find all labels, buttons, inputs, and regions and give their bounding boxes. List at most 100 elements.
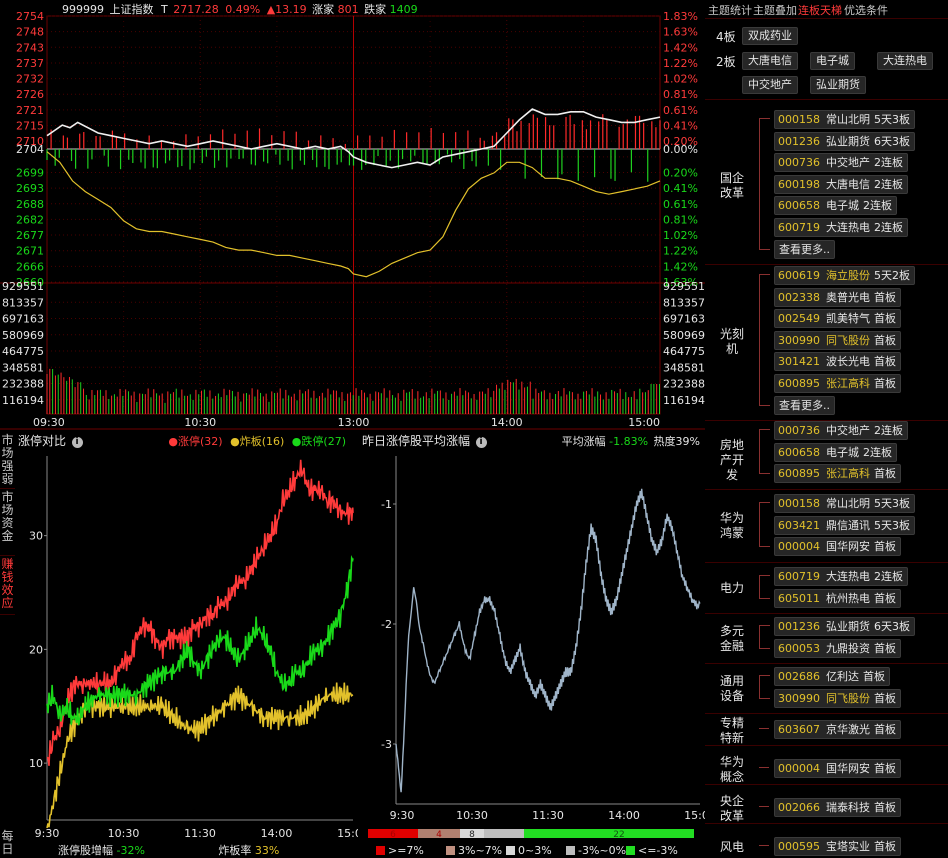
left-axis-label: 2688 xyxy=(16,198,44,211)
stock-name: 宝塔实业 xyxy=(826,840,870,853)
stock-code: 001236 xyxy=(778,620,820,633)
info-icon[interactable]: i xyxy=(475,437,487,448)
stock-name: 弘业期货 xyxy=(826,134,870,148)
stock-row[interactable]: 600895 张江高科 首板 xyxy=(774,464,901,484)
y-tick-label: -1 xyxy=(381,498,392,511)
left-axis-label: 2677 xyxy=(16,229,44,242)
x-tick-label: 10:30 xyxy=(108,827,140,840)
ladder-chip[interactable]: 电子城 xyxy=(810,52,855,70)
volume-axis-label-right: 464775 xyxy=(663,345,705,358)
ladder-chip[interactable]: 双成药业 xyxy=(742,27,798,45)
stock-code: 600658 xyxy=(778,199,820,213)
stock-status: 首板 xyxy=(874,290,896,304)
stock-status: 首板 xyxy=(874,377,896,390)
right-axis-label: 0.20% xyxy=(663,166,698,179)
tab-limit-up-ladder[interactable]: 连板天梯 xyxy=(798,2,842,18)
stock-name: 常山北明 xyxy=(826,497,870,510)
stock-row[interactable]: 000736 中交地产 2连板 xyxy=(774,153,908,173)
stock-row[interactable]: 001236 弘业期货 6天3板 xyxy=(774,617,915,636)
stock-row[interactable]: 603421 鼎信通讯 5天3板 xyxy=(774,515,915,535)
stock-row[interactable]: 300990 同飞股份 首板 xyxy=(774,330,901,350)
tab-daily[interactable]: 每日 xyxy=(0,828,15,858)
ladder-chip[interactable]: 大连热电 xyxy=(877,52,933,70)
stock-row[interactable]: 300990 同飞股份 首板 xyxy=(774,688,901,708)
stock-code: 000595 xyxy=(778,840,820,853)
stock-code: 301421 xyxy=(778,355,820,369)
stock-row[interactable]: 600658 电子城 2连板 xyxy=(774,196,897,216)
stock-status: 2连板 xyxy=(874,221,903,234)
stock-row[interactable]: 600053 九鼎投资 首板 xyxy=(774,638,901,658)
group-name: 通用设备 xyxy=(719,673,744,703)
stock-name: 奥普光电 xyxy=(826,290,870,304)
dist-segment xyxy=(484,829,524,838)
stock-row[interactable]: 603607 京华激光 首板 xyxy=(774,720,901,739)
tab-profit-effect[interactable]: 赚钱效应 xyxy=(0,556,15,615)
stock-status: 首板 xyxy=(874,801,896,814)
stock-row[interactable]: 000158 常山北明 5天3板 xyxy=(774,494,915,513)
avg-gain-chart[interactable]: -1 -2 -3 9:30 10:30 11:30 14:00 15:00 6 4 8 22 >=7% 3… xyxy=(360,448,705,858)
group-name: 专精特新 xyxy=(719,715,744,745)
left-axis-label: 2666 xyxy=(16,260,44,273)
ladder-chip[interactable]: 弘业期货 xyxy=(810,76,866,94)
tab-market-strength[interactable]: 市场强弱 xyxy=(0,432,15,489)
stock-code: 000158 xyxy=(778,497,820,510)
volume-axis-label-right: 929551 xyxy=(663,280,705,293)
dist-legend-label: >=7% xyxy=(388,844,424,857)
stock-code: 000004 xyxy=(778,762,820,775)
stock-row[interactable]: 600719 大连热电 2连板 xyxy=(774,218,908,237)
view-more-button[interactable]: 查看更多.. xyxy=(774,239,835,259)
stock-name: 大唐电信 xyxy=(826,177,870,191)
stock-row[interactable]: 002549 凯美特气 首板 xyxy=(774,309,901,329)
right-axis-label: 1.83% xyxy=(663,10,698,23)
right-axis-base: 0.00% xyxy=(663,143,698,156)
stock-row[interactable]: 600719 大连热电 2连板 xyxy=(774,567,908,586)
stock-row[interactable]: 301421 波长光电 首板 xyxy=(774,352,901,372)
stock-name: 大连热电 xyxy=(826,570,870,583)
tab-theme-stats[interactable]: 主题统计 xyxy=(708,2,752,18)
stock-code: 002338 xyxy=(778,290,820,304)
stock-row[interactable]: 605011 杭州热电 首板 xyxy=(774,588,901,608)
stock-row[interactable]: 002338 奥普光电 首板 xyxy=(774,287,901,307)
tab-theme-overlay[interactable]: 主题叠加 xyxy=(753,2,797,18)
zt-compare-chart[interactable]: 30 20 10 9:30 10:30 11:30 14:00 15:00 xyxy=(15,448,358,858)
stock-status: 首板 xyxy=(874,467,896,481)
left-axis-label: 2726 xyxy=(16,88,44,101)
ladder-chip[interactable]: 大唐电信 xyxy=(742,52,798,70)
group-name: 多元金融 xyxy=(719,623,744,653)
view-more-button[interactable]: 查看更多.. xyxy=(774,395,835,415)
stock-row[interactable]: 000736 中交地产 2连板 xyxy=(774,421,908,440)
stock-row[interactable]: 002686 亿利达 首板 xyxy=(774,667,890,686)
stock-row[interactable]: 600658 电子城 2连板 xyxy=(774,442,897,462)
stock-row[interactable]: 001236 弘业期货 6天3板 xyxy=(774,131,915,151)
stock-row[interactable]: 000595 宝塔实业 首板 xyxy=(774,837,901,856)
right-axis-label: 1.42% xyxy=(663,41,698,54)
stock-row[interactable]: 000004 国华网安 首板 xyxy=(774,759,901,778)
left-axis-label: 2754 xyxy=(16,10,44,23)
tab-preferred-conditions[interactable]: 优选条件 xyxy=(844,2,888,18)
stock-code: 000158 xyxy=(778,113,820,126)
stock-row[interactable]: 600198 大唐电信 2连板 xyxy=(774,174,908,194)
stock-name: 凯美特气 xyxy=(826,312,870,326)
x-tick-label: 10:30 xyxy=(456,809,488,822)
stock-row[interactable]: 600619 海立股份 5天2板 xyxy=(774,266,915,285)
stock-row[interactable]: 002066 瑞泰科技 首板 xyxy=(774,798,901,817)
time-axis-label: 13:00 xyxy=(338,416,370,429)
info-icon[interactable]: i xyxy=(71,437,83,448)
volume-axis-label: 232388 xyxy=(2,378,44,391)
ladder-chip[interactable]: 中交地产 xyxy=(742,76,798,94)
group-name: 华为鸿蒙 xyxy=(719,511,744,541)
intraday-chart[interactable]: 2754274827432737273227262721271527102704… xyxy=(0,0,705,430)
volume-axis-label: 813357 xyxy=(2,296,44,309)
stock-name: 同飞股份 xyxy=(826,333,870,347)
stock-row[interactable]: 000158 常山北明 5天3板 xyxy=(774,110,915,129)
stock-status: 2连板 xyxy=(874,156,903,170)
stock-code: 603421 xyxy=(778,518,820,532)
stock-name: 常山北明 xyxy=(826,113,870,126)
stock-row[interactable]: 600895 张江高科 首板 xyxy=(774,374,901,393)
stock-status: 首板 xyxy=(874,723,896,736)
left-axis-label: 2682 xyxy=(16,213,44,226)
stock-row[interactable]: 000004 国华网安 首板 xyxy=(774,537,901,557)
stock-status: 2连板 xyxy=(863,199,892,213)
tab-market-capital[interactable]: 市场资金 xyxy=(0,489,15,556)
right-axis-label: 0.61% xyxy=(663,104,698,117)
